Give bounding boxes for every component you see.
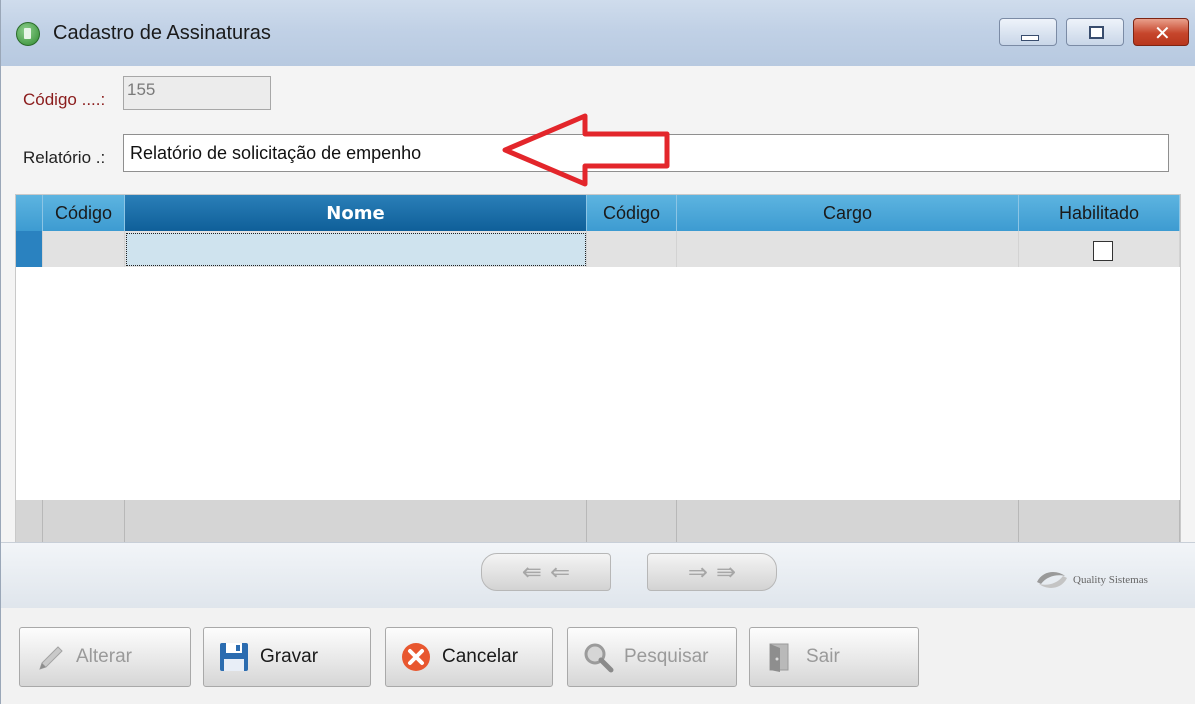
cell-codigo[interactable] <box>43 231 125 267</box>
sair-label: Sair <box>806 646 840 667</box>
app-icon <box>16 22 40 46</box>
previous-record-icon: ⇐ <box>550 558 571 586</box>
row-selector[interactable] <box>16 231 43 267</box>
footer-cell <box>16 500 43 542</box>
cancelar-button[interactable]: Cancelar <box>385 627 553 687</box>
brand-logo: Quality Sistemas <box>1035 568 1148 592</box>
column-header-codigo-cargo[interactable]: Código <box>587 195 677 231</box>
action-toolbar: Alterar Gravar Cancelar Pesquisar Sair <box>1 608 1195 704</box>
last-record-icon: ⇛ <box>716 558 737 586</box>
pencil-icon <box>39 646 63 670</box>
alterar-label: Alterar <box>76 646 132 667</box>
minimize-button[interactable] <box>999 18 1057 46</box>
cancelar-label: Cancelar <box>442 646 519 667</box>
codigo-label: Código ....: <box>23 90 106 109</box>
close-button[interactable]: ✕ <box>1133 18 1189 46</box>
maximize-button[interactable] <box>1066 18 1124 46</box>
cell-nome[interactable] <box>126 233 586 266</box>
sair-button[interactable]: Sair <box>749 627 919 687</box>
row-header-corner <box>16 195 43 231</box>
title-bar[interactable]: Cadastro de Assinaturas ✕ <box>1 0 1195 66</box>
column-header-codigo[interactable]: Código <box>43 195 125 231</box>
column-header-nome[interactable]: Nome <box>125 195 587 231</box>
maximize-icon <box>1089 26 1104 39</box>
quality-logo-icon <box>1037 572 1067 588</box>
footer-cell <box>677 500 1019 542</box>
search-icon <box>584 643 614 673</box>
cell-cargo[interactable] <box>677 231 1019 267</box>
pesquisar-label: Pesquisar <box>624 646 709 667</box>
alterar-button[interactable]: Alterar <box>19 627 191 687</box>
brand-name: Quality Sistemas <box>1073 574 1148 586</box>
gravar-button[interactable]: Gravar <box>203 627 371 687</box>
pesquisar-button[interactable]: Pesquisar <box>567 627 737 687</box>
cancel-icon <box>402 643 430 671</box>
save-icon <box>220 643 248 671</box>
first-record-icon: ⇚ <box>521 558 542 586</box>
previous-records-button[interactable]: ⇚ ⇐ <box>481 553 611 591</box>
window-title: Cadastro de Assinaturas <box>53 22 271 44</box>
record-navigation-bar: ⇚ ⇐ ⇒ ⇛ Quality Sistemas <box>1 542 1195 609</box>
gravar-label: Gravar <box>260 646 319 667</box>
footer-cell <box>587 500 677 542</box>
signature-registration-window: Cadastro de Assinaturas ✕ Código ....: 1… <box>0 0 1195 704</box>
annotation-arrow-icon <box>502 113 670 187</box>
habilitado-checkbox[interactable] <box>1093 241 1113 261</box>
close-icon: ✕ <box>1154 21 1171 45</box>
next-record-icon: ⇒ <box>687 558 708 586</box>
codigo-field[interactable]: 155 <box>123 76 271 110</box>
footer-cell <box>1019 500 1180 542</box>
footer-cell <box>43 500 125 542</box>
column-header-habilitado[interactable]: Habilitado <box>1019 195 1180 231</box>
next-records-button[interactable]: ⇒ ⇛ <box>647 553 777 591</box>
exit-door-icon <box>769 643 789 672</box>
footer-cell <box>125 500 587 542</box>
cell-codigo-cargo[interactable] <box>587 231 677 267</box>
relatorio-label: Relatório .: <box>23 148 106 167</box>
column-header-cargo[interactable]: Cargo <box>677 195 1019 231</box>
minimize-icon <box>1021 35 1039 41</box>
signatures-grid[interactable]: Código Nome Código Cargo Habilitado <box>15 194 1181 542</box>
